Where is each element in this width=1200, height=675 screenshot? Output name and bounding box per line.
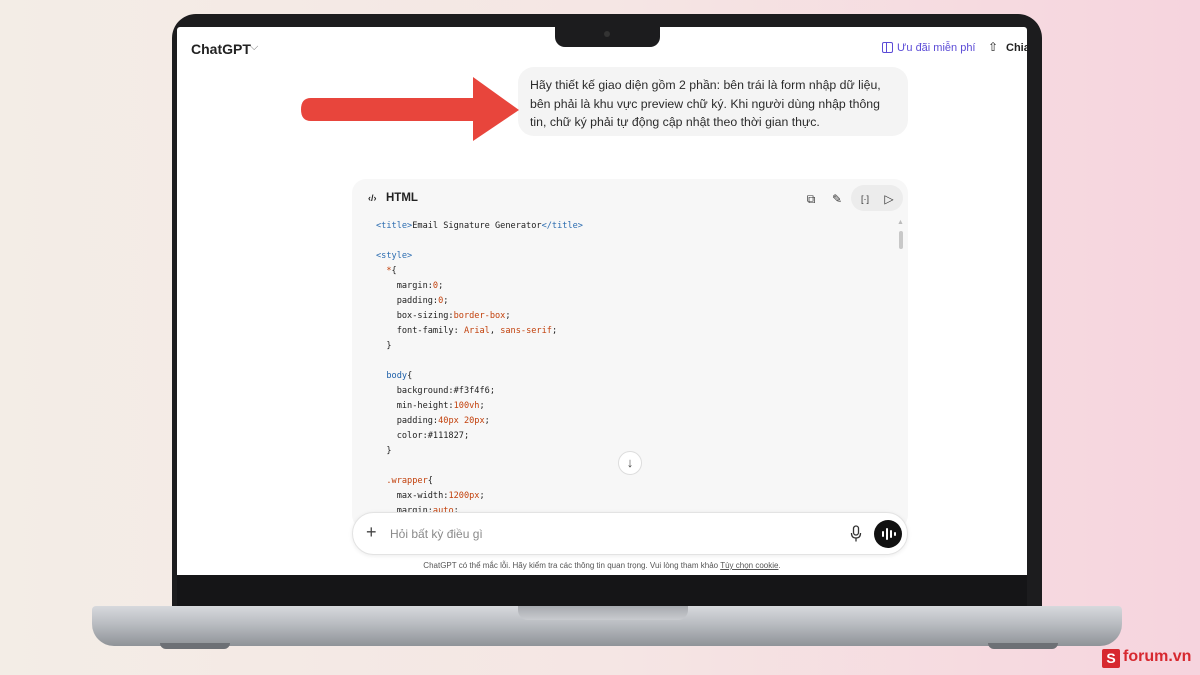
camera-icon xyxy=(604,31,610,37)
code-line: <title>Email Signature Generator</title> xyxy=(376,221,583,231)
cookie-preferences-link[interactable]: Tùy chọn cookie xyxy=(720,561,778,570)
code-line: padding:40px 20px; xyxy=(376,416,490,426)
code-line: font-family: Arial, sans-serif; xyxy=(376,326,558,336)
user-message-bubble: Hãy thiết kế giao diện gồm 2 phần: bên t… xyxy=(518,67,908,136)
code-line: background:#f3f4f6; xyxy=(376,386,495,396)
code-line: } xyxy=(376,341,392,351)
laptop-foot-right xyxy=(988,643,1058,649)
code-line: box-sizing:border-box; xyxy=(376,311,511,321)
code-line: <style> xyxy=(376,251,413,261)
message-composer: + xyxy=(352,512,908,555)
format-icon[interactable]: [·] xyxy=(854,188,876,210)
code-line: max-width:1200px; xyxy=(376,491,485,501)
code-line: color:#111827; xyxy=(376,431,470,441)
voice-mode-button[interactable] xyxy=(874,520,902,548)
disclaimer-text: ChatGPT có thể mắc lỗi. Hãy kiểm tra các… xyxy=(423,561,781,570)
voice-wave-icon xyxy=(882,531,884,537)
microphone-icon[interactable] xyxy=(850,525,862,543)
code-line: margin:0; xyxy=(376,281,444,291)
code-icon: ‹/› xyxy=(368,193,377,203)
code-line: padding:0; xyxy=(376,296,449,306)
chevron-down-icon[interactable]: ⌵ xyxy=(250,41,258,54)
code-line: min-height:100vh; xyxy=(376,401,485,411)
share-button[interactable]: Chia xyxy=(1006,42,1027,54)
laptop-base-notch xyxy=(518,606,688,620)
code-language-label: HTML xyxy=(386,192,418,204)
code-line: .wrapper{ xyxy=(386,476,433,486)
message-input[interactable] xyxy=(390,524,810,544)
copy-icon[interactable]: ⧉ xyxy=(800,188,822,210)
promo-link[interactable]: Ưu đãi miễn phí xyxy=(897,42,976,54)
laptop-foot-left xyxy=(160,643,230,649)
laptop-bezel-bottom xyxy=(177,575,1027,607)
plus-icon[interactable]: + xyxy=(366,522,377,543)
scroll-up-icon[interactable]: ▲ xyxy=(897,219,904,226)
code-scrollbar[interactable] xyxy=(899,231,903,249)
run-icon[interactable]: ▷ xyxy=(878,188,900,210)
share-icon[interactable]: ⇧ xyxy=(988,40,998,54)
watermark-text: forum.vn xyxy=(1123,648,1192,665)
code-line: body{ xyxy=(386,371,413,381)
watermark-logo-icon: S xyxy=(1102,649,1120,668)
model-selector[interactable]: ChatGPT xyxy=(191,41,251,57)
watermark-logo: S forum.vn xyxy=(1102,648,1198,670)
code-block: ‹/› HTML ⧉ ✎ [·] ▷ ▲ <title>Email Signat… xyxy=(352,179,908,529)
code-line: *{ xyxy=(386,266,397,276)
gift-icon[interactable] xyxy=(882,42,893,53)
edit-icon[interactable]: ✎ xyxy=(826,188,848,210)
scroll-down-button[interactable]: ↓ xyxy=(618,451,642,475)
red-arrow-annotation xyxy=(301,77,519,141)
